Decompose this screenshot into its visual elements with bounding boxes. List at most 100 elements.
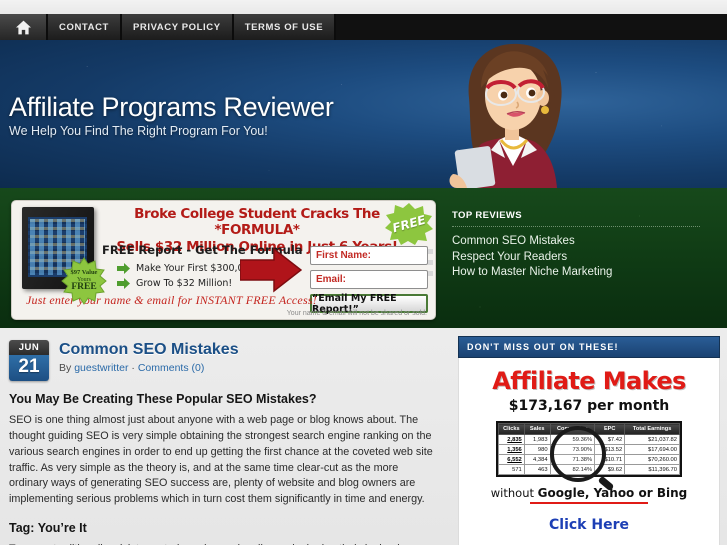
top-reviews-widget: TOP REVIEWS Common SEO Mistakes Respect … [452, 210, 702, 281]
mascot-illustration [449, 43, 562, 188]
table-cell: 4,384 [523, 454, 551, 465]
table-row: 1,356 980 73.90% $13.52 $17,694.00 [498, 444, 680, 455]
post-date-day: 21 [9, 355, 49, 381]
post-header: JUN 21 Common SEO Mistakes By guestwritt… [9, 340, 438, 381]
site-tagline: We Help You Find The Right Program For Y… [9, 124, 268, 138]
value-seal-text: $97 Value Yours FREE [60, 257, 108, 305]
table-cell: $17,694.00 [624, 444, 680, 455]
carousel-dot[interactable] [428, 260, 433, 265]
nav-item-terms-of-use[interactable]: TERMS OF USE [233, 14, 337, 40]
site-title: Affiliate Programs Reviewer [9, 92, 334, 122]
table-cell: $7.42 [594, 434, 626, 445]
top-strip [0, 0, 727, 14]
post-meta: By guestwritter · Comments (0) [59, 362, 239, 374]
table-cell: 1,983 [523, 434, 551, 445]
without-brands: Google, Yahoo or Bing [537, 486, 688, 500]
table-cell: 6,552 [498, 454, 525, 465]
table-cell: 980 [523, 444, 551, 455]
table-cell: 82.14% [549, 464, 596, 475]
carousel-dots[interactable] [428, 249, 433, 282]
post-comments-link[interactable]: Comments (0) [138, 362, 205, 374]
article-main: JUN 21 Common SEO Mistakes By guestwritt… [0, 328, 450, 545]
nav-home-button[interactable] [0, 14, 48, 40]
right-sidebar: DON'T MISS OUT ON THESE! Affiliate Makes… [458, 336, 720, 545]
post-meta-separator: · [131, 362, 135, 374]
table-cell: $70,260.00 [624, 454, 680, 465]
carousel-dot[interactable] [428, 249, 433, 254]
post-date-badge: JUN 21 [9, 340, 49, 381]
top-review-item[interactable]: Respect Your Readers [452, 250, 702, 266]
nav-filler [336, 14, 727, 40]
table-cell: $11,396.70 [624, 464, 680, 475]
sidebar-ad-headline: Affiliate Makes [492, 367, 686, 395]
table-cell: 2,835 [498, 434, 525, 445]
free-burst-text: FREE [385, 203, 433, 245]
table-cell: 71.38% [549, 454, 596, 465]
carousel-dot[interactable] [428, 271, 433, 276]
table-cell: $9.62 [594, 464, 626, 475]
nav-item-privacy-policy[interactable]: PRIVACY POLICY [121, 14, 234, 40]
site-header: Affiliate Programs Reviewer We Help You … [0, 40, 727, 188]
top-reviews-list: Common SEO Mistakes Respect Your Readers… [452, 234, 702, 281]
content-area: JUN 21 Common SEO Mistakes By guestwritt… [0, 328, 727, 545]
table-row: 6,552 4,384 71.38% $10.71 $70,260.00 [498, 454, 680, 465]
ad-headline-line1: Broke College Student Cracks The *FORMUL… [134, 206, 380, 239]
email-field[interactable]: Email: [310, 270, 428, 289]
post-date-month: JUN [9, 340, 49, 355]
table-cell: 73.90% [549, 444, 596, 455]
ad-signup-form: First Name: Email: “Email My FREE Report… [310, 246, 428, 315]
top-review-item[interactable]: How to Master Niche Marketing [452, 265, 702, 281]
nav-label: PRIVACY POLICY [132, 21, 221, 33]
green-arrow-icon [117, 278, 130, 289]
nav-label: CONTACT [59, 21, 109, 33]
earnings-table-body: 2,835 1,983 59.36% $7.42 $21,037.82 1,35… [498, 434, 680, 475]
main-navigation: CONTACT PRIVACY POLICY TERMS OF USE [0, 14, 727, 40]
sidebar-ad-subheadline: $173,167 per month [508, 398, 670, 414]
red-arrow-icon [240, 247, 302, 293]
post-title[interactable]: Common SEO Mistakes [59, 341, 239, 359]
table-cell: $13.52 [594, 444, 626, 455]
post-meta-by: By [59, 362, 72, 374]
red-underline [530, 502, 648, 504]
table-cell: 463 [523, 464, 551, 475]
banner-advertisement[interactable]: $97 Value Yours FREE Broke College Stude… [11, 200, 436, 320]
table-cell: 1,356 [498, 444, 525, 455]
sidebar-advertisement[interactable]: Affiliate Makes $173,167 per month Click… [458, 358, 720, 545]
post-author-link[interactable]: guestwritter [74, 362, 128, 374]
earnings-table: Clicks Sales Conversion EPC Total Earnin… [498, 423, 680, 475]
seal-line3: FREE [71, 281, 97, 292]
ad-bullet-label: Grow To $32 Million! [136, 278, 233, 289]
first-name-field[interactable]: First Name: [310, 246, 428, 265]
green-arrow-icon [117, 263, 130, 274]
home-icon [15, 20, 31, 34]
table-cell: 59.36% [549, 434, 596, 445]
article-heading-1: You May Be Creating These Popular SEO Mi… [9, 392, 317, 406]
table-header-cell: Sales [523, 423, 551, 435]
free-burst-label: FREE [390, 212, 428, 236]
click-here-cta[interactable]: Click Here [459, 517, 719, 533]
table-cell: 571 [498, 464, 525, 475]
table-header-cell: Conversion [549, 423, 596, 435]
top-reviews-heading: TOP REVIEWS [452, 210, 700, 227]
without-prefix: without [490, 486, 538, 500]
table-cell: $21,037.82 [624, 434, 680, 445]
sidebar-heading: DON'T MISS OUT ON THESE! [458, 336, 720, 358]
nav-label: TERMS OF USE [244, 21, 324, 33]
table-cell: $10.71 [594, 454, 626, 465]
table-header-cell: Total Earnings [624, 423, 680, 435]
nav-item-contact[interactable]: CONTACT [48, 14, 122, 40]
article-paragraph-1: SEO is one thing almost just about anyon… [9, 414, 433, 506]
page-root: CONTACT PRIVACY POLICY TERMS OF USE Affi… [0, 0, 727, 545]
table-row: 571 463 82.14% $9.62 $11,396.70 [498, 464, 680, 475]
table-header-cell: EPC [594, 423, 626, 435]
first-name-value: First Name: [316, 250, 372, 261]
top-review-item[interactable]: Common SEO Mistakes [452, 234, 702, 250]
sidebar-ad-without-line: without Google, Yahoo or Bing [459, 486, 719, 500]
email-value: Email: [316, 274, 347, 285]
table-header-cell: Clicks [498, 423, 525, 435]
table-header-row: Clicks Sales Conversion EPC Total Earnin… [498, 423, 680, 435]
article-heading-2: Tag: You’re It [9, 521, 87, 536]
post-title-group: Common SEO Mistakes By guestwritter · Co… [59, 340, 239, 374]
ad-disclaimer: Your name & email will not be shared or … [286, 310, 427, 317]
earnings-table-wrapper: Clicks Sales Conversion EPC Total Earnin… [496, 421, 682, 482]
